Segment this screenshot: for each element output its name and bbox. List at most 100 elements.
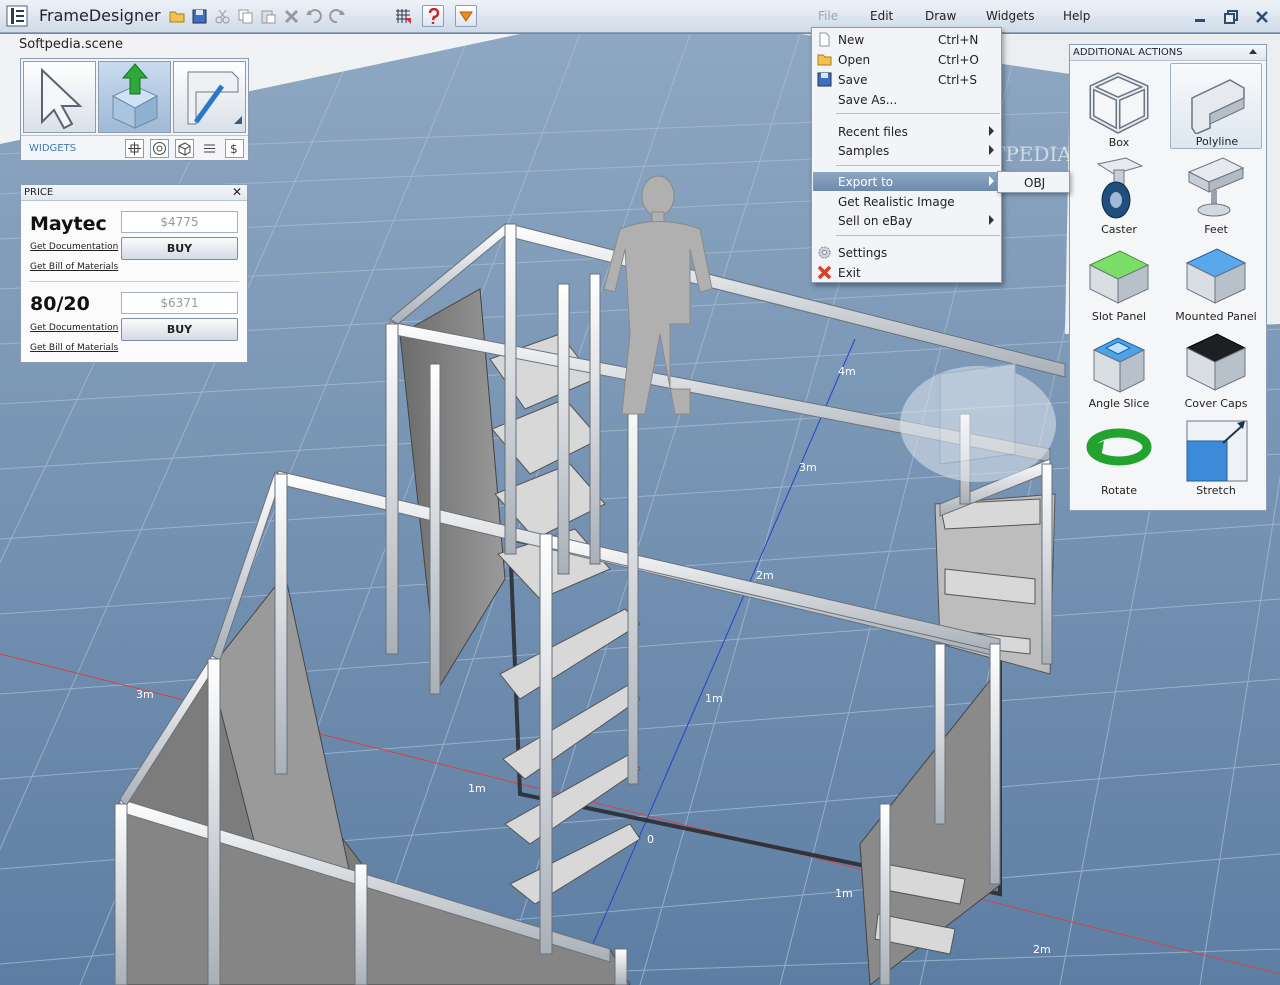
price-close-button[interactable]: ✕ <box>232 185 242 199</box>
mounted-panel-icon <box>1185 248 1247 304</box>
submenu-item-obj[interactable]: OBJ <box>1024 176 1045 190</box>
menu-item-recent-files[interactable]: Recent files <box>813 122 1000 141</box>
move-widget-icon[interactable] <box>125 139 144 158</box>
price-divider <box>29 281 239 282</box>
menu-item-open[interactable]: Open Ctrl+O <box>813 50 1000 69</box>
scene-name: Softpedia.scene <box>19 37 124 52</box>
action-caster[interactable]: Caster <box>1073 152 1165 238</box>
menu-item-label: Recent files <box>838 125 908 139</box>
delete-icon[interactable] <box>280 5 302 27</box>
menu-item-label: Sell on eBay <box>838 214 913 228</box>
action-label: Stretch <box>1196 484 1236 497</box>
menu-item-sell-on-ebay[interactable]: Sell on eBay <box>813 211 1000 230</box>
menu-item-label: Settings <box>838 246 888 260</box>
action-label: Box <box>1108 136 1130 149</box>
rotate-widget-icon[interactable] <box>150 139 169 158</box>
cut-icon[interactable] <box>211 5 233 27</box>
action-mounted-panel[interactable]: Mounted Panel <box>1170 239 1262 325</box>
menu-item-settings[interactable]: Settings <box>813 243 1000 262</box>
box-widget-icon[interactable] <box>175 139 194 158</box>
draw-profile-icon[interactable] <box>173 61 246 133</box>
buy-button[interactable]: BUY <box>121 237 238 260</box>
cover-caps-icon <box>1185 333 1247 391</box>
action-box[interactable]: Box <box>1073 65 1165 151</box>
menu-item-get-realistic-image[interactable]: Get Realistic Image <box>813 192 1000 211</box>
collapse-icon[interactable] <box>1249 49 1257 54</box>
menu-edit[interactable]: Edit <box>870 9 893 23</box>
menu-item-export-to[interactable]: Export to <box>813 172 1000 191</box>
app-logo-icon <box>6 5 28 27</box>
dropdown-icon[interactable] <box>455 5 477 27</box>
price-value: $6371 <box>121 292 238 314</box>
menu-item-label: Exit <box>838 266 861 280</box>
app-title: FrameDesigner <box>39 6 161 25</box>
help-icon[interactable] <box>422 5 444 27</box>
paste-icon[interactable] <box>257 5 279 27</box>
dim-label: 4m <box>838 365 856 378</box>
dim-label: 0 <box>647 833 654 846</box>
action-label: Caster <box>1101 223 1137 236</box>
caster-icon <box>1096 157 1144 219</box>
undo-icon[interactable] <box>303 5 325 27</box>
menu-item-save[interactable]: Save Ctrl+S <box>813 70 1000 89</box>
title-bar: FrameDesigner File Edit Draw Widgets Hel… <box>0 0 1280 33</box>
widgets-label: WIDGETS <box>29 143 77 154</box>
action-stretch[interactable]: Stretch <box>1170 413 1262 499</box>
minimize-icon[interactable] <box>1189 7 1211 27</box>
grid-icon[interactable] <box>392 5 414 27</box>
save-icon <box>817 72 832 87</box>
extrude-profile-icon[interactable] <box>98 61 171 133</box>
menu-item-exit[interactable]: Exit <box>813 263 1000 282</box>
action-slot-panel[interactable]: Slot Panel <box>1073 239 1165 325</box>
menu-item-samples[interactable]: Samples <box>813 141 1000 160</box>
select-pointer-icon[interactable] <box>23 61 96 133</box>
new-file-icon <box>819 32 830 47</box>
menu-draw[interactable]: Draw <box>925 9 956 23</box>
save-icon[interactable] <box>188 5 210 27</box>
get-bill-of-materials-link[interactable]: Get Bill of Materials <box>30 262 118 272</box>
menu-widgets[interactable]: Widgets <box>986 9 1035 23</box>
menu-item-save-as[interactable]: Save As... <box>813 90 1000 109</box>
action-rotate[interactable]: Rotate <box>1073 413 1165 499</box>
close-icon[interactable] <box>1251 7 1273 27</box>
submenu-arrow-icon <box>989 215 994 225</box>
vendor-name: Maytec <box>30 213 107 235</box>
rotate-icon <box>1086 428 1152 466</box>
get-documentation-link[interactable]: Get Documentation <box>30 242 118 252</box>
action-polyline[interactable]: Polyline <box>1170 63 1262 149</box>
open-icon <box>817 54 832 66</box>
feet-icon <box>1187 157 1245 217</box>
menu-separator <box>836 165 1000 166</box>
get-bill-of-materials-link[interactable]: Get Bill of Materials <box>30 343 118 353</box>
action-label: Rotate <box>1100 484 1137 497</box>
menu-help[interactable]: Help <box>1063 9 1090 23</box>
dim-label: 3m <box>136 688 154 701</box>
copy-icon[interactable] <box>234 5 256 27</box>
stretch-icon <box>1186 420 1248 482</box>
widgets-row: WIDGETS $ <box>21 135 248 160</box>
buy-button[interactable]: BUY <box>121 318 238 341</box>
action-feet[interactable]: Feet <box>1170 152 1262 238</box>
get-documentation-link[interactable]: Get Documentation <box>30 323 118 333</box>
redo-icon[interactable] <box>326 5 348 27</box>
action-label: Cover Caps <box>1184 397 1248 410</box>
action-label: Feet <box>1204 223 1228 236</box>
open-icon[interactable] <box>166 5 188 27</box>
menu-file[interactable]: File <box>818 9 838 23</box>
menu-item-shortcut: Ctrl+O <box>938 53 979 67</box>
price-widget-icon[interactable]: $ <box>225 139 244 158</box>
vendor-name: 80/20 <box>30 293 90 315</box>
maximize-icon[interactable] <box>1220 7 1242 27</box>
menu-item-new[interactable]: New Ctrl+N <box>813 30 1000 49</box>
dim-label: 3m <box>799 461 817 474</box>
menu-item-label: Save <box>838 73 868 87</box>
action-cover-caps[interactable]: Cover Caps <box>1170 326 1262 412</box>
angle-slice-icon <box>1092 337 1146 393</box>
action-angle-slice[interactable]: Angle Slice <box>1073 326 1165 412</box>
list-widget-icon[interactable] <box>200 139 219 158</box>
slot-panel-icon <box>1088 250 1150 304</box>
polyline-icon <box>1191 79 1245 134</box>
submenu-arrow-icon <box>989 126 994 136</box>
price-header: PRICE ✕ <box>21 185 247 201</box>
action-label: Angle Slice <box>1088 397 1150 410</box>
